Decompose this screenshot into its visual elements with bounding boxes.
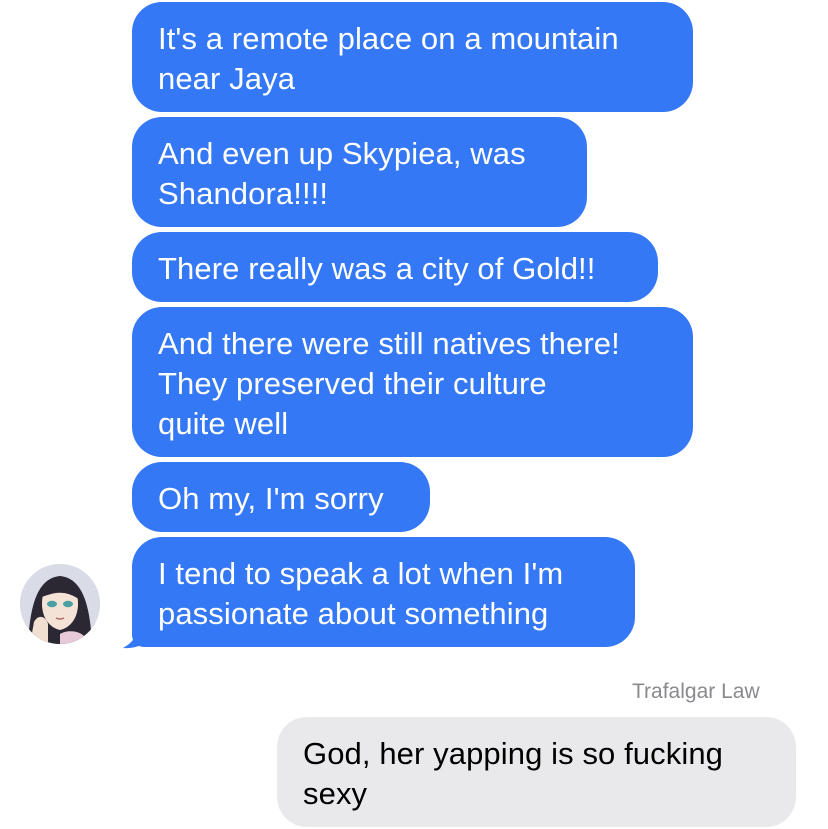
message-bubble[interactable]: And even up Skypiea, was Shandora!!!! xyxy=(132,117,587,227)
message-bubble[interactable]: There really was a city of Gold!! xyxy=(132,232,658,302)
bubble-tail xyxy=(123,614,154,649)
message-bubble[interactable]: Oh my, I'm sorry xyxy=(132,462,430,532)
message-bubble[interactable]: It's a remote place on a mountain near J… xyxy=(132,2,693,112)
sender-name: Trafalgar Law xyxy=(632,680,760,703)
contact-avatar[interactable] xyxy=(20,564,100,644)
message-bubble[interactable]: I tend to speak a lot when I'm passionat… xyxy=(132,537,635,647)
avatar-icon xyxy=(20,564,100,644)
reply-bubble[interactable]: God, her yapping is so fucking sexy xyxy=(277,717,796,827)
message-bubble[interactable]: And there were still natives there! They… xyxy=(132,307,693,457)
